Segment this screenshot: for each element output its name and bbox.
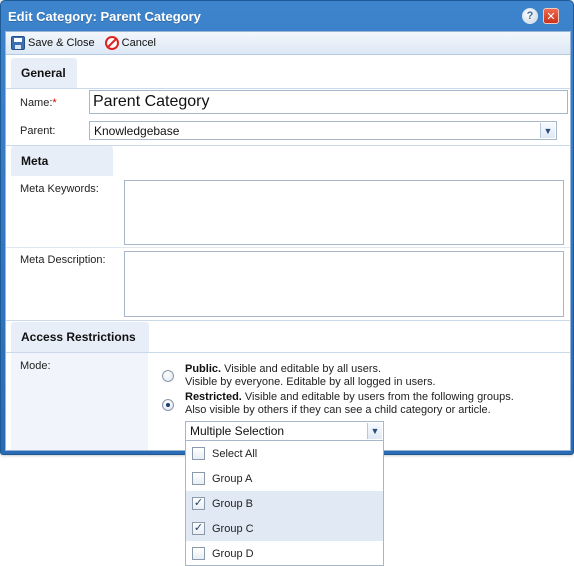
option-label: Group B <box>212 497 253 510</box>
parent-value: Knowledgebase <box>94 123 180 138</box>
group-option-select-all[interactable]: Select All <box>186 441 383 466</box>
dialog-title: Edit Category: Parent Category <box>8 8 201 24</box>
meta-keywords-label: Meta Keywords: <box>20 183 99 195</box>
checkbox[interactable] <box>192 447 205 460</box>
checkbox[interactable]: ✓ <box>192 497 205 510</box>
meta-description-field[interactable] <box>124 251 564 317</box>
restricted-option-text: Restricted. Visible and editable by user… <box>185 391 514 417</box>
cancel-label: Cancel <box>121 37 156 49</box>
group-option-group-b[interactable]: ✓ Group B <box>186 491 383 516</box>
name-input[interactable]: Parent Category <box>89 90 568 114</box>
public-title: Public. <box>185 363 222 375</box>
save-close-label: Save & Close <box>28 37 95 49</box>
chevron-down-icon: ▼ <box>367 423 382 439</box>
cancel-button[interactable]: Cancel <box>104 36 156 50</box>
name-value: Parent Category <box>93 93 210 110</box>
groups-select-value: Multiple Selection <box>190 424 285 438</box>
checkbox[interactable]: ✓ <box>192 522 205 535</box>
name-label: Name:* <box>20 97 57 109</box>
toolbar: Save & Close Cancel <box>6 32 570 55</box>
titlebar[interactable]: Edit Category: Parent Category ? ✕ <box>1 1 573 31</box>
public-subdesc: Visible by everyone. Editable by all log… <box>185 376 436 388</box>
general-divider <box>6 88 570 89</box>
access-restrictions-heading: Access Restrictions <box>11 322 149 352</box>
option-label: Group C <box>212 522 254 535</box>
group-option-group-a[interactable]: Group A <box>186 466 383 491</box>
chevron-down-icon: ▼ <box>540 123 555 138</box>
restricted-desc: Visible and editable by users from the f… <box>241 391 514 403</box>
public-radio[interactable] <box>162 370 174 382</box>
restricted-radio[interactable] <box>162 399 174 411</box>
required-marker: * <box>52 97 57 109</box>
group-option-group-d[interactable]: Group D <box>186 541 383 566</box>
parent-select[interactable]: Knowledgebase ▼ <box>89 121 557 140</box>
help-icon[interactable]: ? <box>522 8 538 24</box>
option-label: Group D <box>212 547 254 560</box>
parent-label: Parent: <box>20 125 56 137</box>
option-label: Select All <box>212 447 258 460</box>
save-close-button[interactable]: Save & Close <box>11 36 95 50</box>
groups-dropdown-list: Select All Group A ✓ Group B ✓ Group C G… <box>185 440 384 566</box>
meta-description-label: Meta Description: <box>20 254 106 266</box>
meta-divider <box>6 247 570 248</box>
option-label: Group A <box>212 472 253 485</box>
group-option-group-c[interactable]: ✓ Group C <box>186 516 383 541</box>
edit-category-dialog: Edit Category: Parent Category ? ✕ Save … <box>0 0 574 455</box>
public-desc: Visible and editable by all users. <box>221 363 382 375</box>
access-top-divider <box>6 320 570 321</box>
checkbox[interactable] <box>192 547 205 560</box>
general-heading: General <box>11 58 77 88</box>
groups-select[interactable]: Multiple Selection ▼ <box>185 421 384 441</box>
save-icon <box>11 36 25 50</box>
checkbox[interactable] <box>192 472 205 485</box>
meta-keywords-field[interactable] <box>124 180 564 245</box>
meta-heading: Meta <box>11 146 113 176</box>
close-icon[interactable]: ✕ <box>543 8 559 24</box>
dialog-body: Save & Close Cancel General Name:* Paren… <box>5 31 571 451</box>
cancel-icon <box>104 36 119 50</box>
public-option-text: Public. Visible and editable by all user… <box>185 363 436 389</box>
restricted-title: Restricted. <box>185 391 242 403</box>
mode-label: Mode: <box>20 360 51 372</box>
restricted-subdesc: Also visible by others if they can see a… <box>185 404 491 416</box>
